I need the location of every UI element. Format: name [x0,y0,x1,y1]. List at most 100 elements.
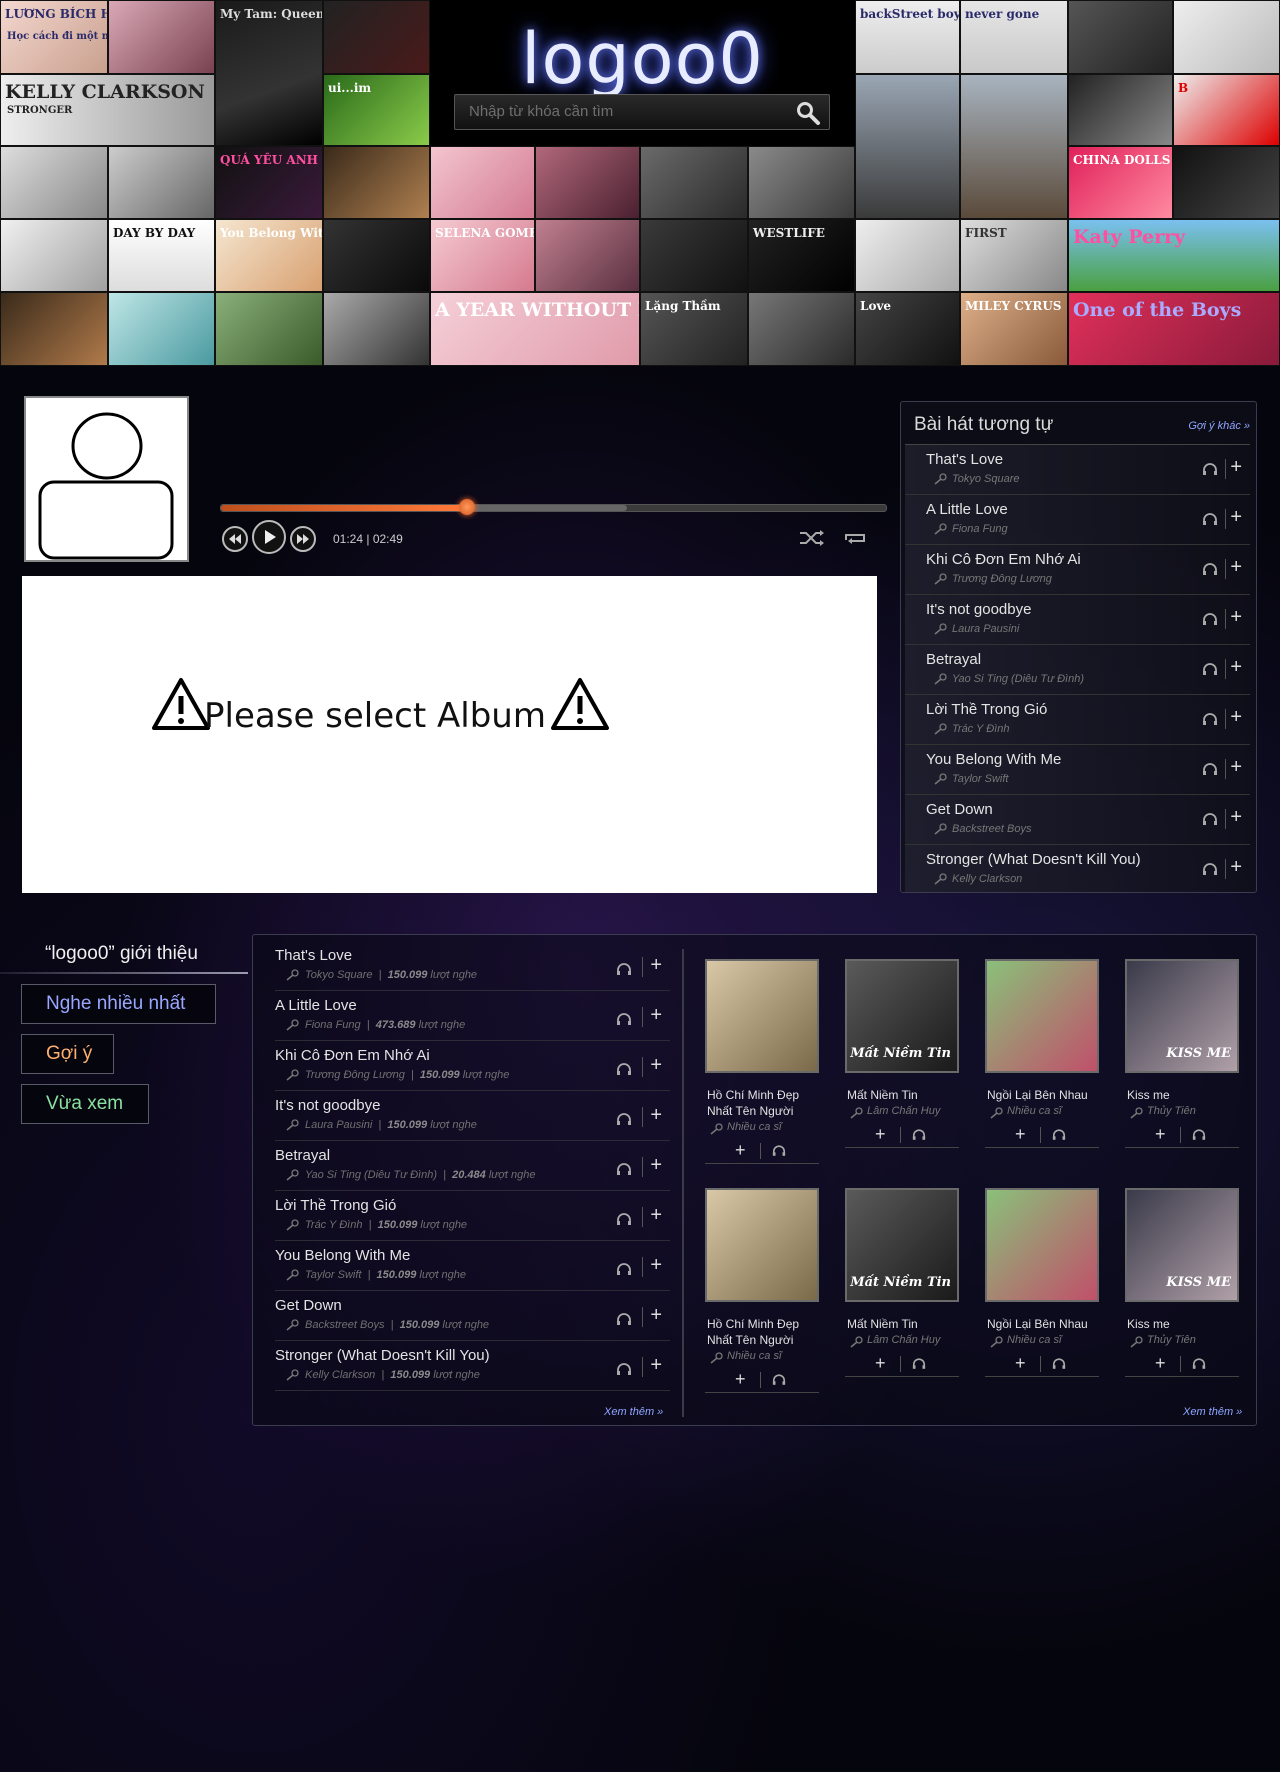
album-art-tile[interactable] [430,146,535,219]
top-song-row[interactable]: A Little Love Fiona Fung | 473.689 lượt … [275,991,670,1041]
headphones-icon[interactable] [912,1129,926,1141]
album-artist[interactable]: Thủy Tiên [1147,1105,1196,1117]
headphones-icon[interactable] [1202,763,1218,776]
add-album-button[interactable]: + [1015,1125,1026,1143]
album-art-tile[interactable] [323,292,430,366]
song-artist[interactable]: Laura Pausini [952,623,1019,635]
headphones-icon[interactable] [1202,613,1218,626]
similar-song-row[interactable]: Lời Thề Trong Gió Trác Y Đình + [905,695,1250,745]
song-title[interactable]: You Belong With Me [275,1247,410,1264]
album-art-tile[interactable]: A YEAR WITHOUT RAIN [430,292,640,366]
song-artist[interactable]: Trác Y Đình [305,1219,362,1231]
headphones-icon[interactable] [616,1313,632,1326]
headphones-icon[interactable] [1202,663,1218,676]
album-art-tile[interactable]: Katy Perry [1068,219,1280,292]
similar-song-row[interactable]: It's not goodbye Laura Pausini + [905,595,1250,645]
add-to-playlist-button[interactable]: + [1230,507,1242,527]
album-title[interactable]: Mất Niềm Tin [847,1316,963,1332]
album-cover[interactable]: Mất Niềm Tin [845,1188,959,1302]
top-song-row[interactable]: You Belong With Me Taylor Swift | 150.09… [275,1241,670,1291]
album-art-tile[interactable]: B [1173,74,1280,146]
song-title[interactable]: That's Love [275,947,352,964]
album-art-tile[interactable]: SELENA GOMEZ [430,219,535,292]
add-to-playlist-button[interactable]: + [1230,857,1242,877]
add-album-button[interactable]: + [1155,1125,1166,1143]
nav-recently-viewed[interactable]: Vừa xem [21,1084,149,1124]
add-to-playlist-button[interactable]: + [1230,657,1242,677]
song-title[interactable]: Stronger (What Doesn't Kill You) [275,1347,490,1364]
top-song-row[interactable]: Lời Thề Trong Gió Trác Y Đình | 150.099 … [275,1191,670,1241]
add-to-playlist-button[interactable]: + [1230,457,1242,477]
headphones-icon[interactable] [1192,1129,1206,1141]
song-artist[interactable]: Tokyo Square [952,473,1019,485]
album-title[interactable]: Hồ Chí Minh Đẹp Nhất Tên Người [707,1087,823,1119]
add-to-playlist-button[interactable]: + [1230,757,1242,777]
more-suggestions-link[interactable]: Gợi ý khác » [1188,420,1250,432]
repeat-button[interactable] [836,526,874,550]
headphones-icon[interactable] [616,1363,632,1376]
album-art-tile[interactable] [960,74,1068,219]
album-cover[interactable] [985,959,1099,1073]
headphones-icon[interactable] [912,1358,926,1370]
song-artist[interactable]: Tokyo Square [305,969,372,981]
album-art-tile[interactable] [108,0,215,74]
song-artist[interactable]: Laura Pausini [305,1119,372,1131]
add-to-playlist-button[interactable]: + [650,1205,662,1225]
headphones-icon[interactable] [1192,1358,1206,1370]
album-art-tile[interactable]: backStreet boys [855,0,960,74]
album-artist[interactable]: Thủy Tiên [1147,1334,1196,1346]
rewind-button[interactable] [222,526,248,552]
song-artist[interactable]: Kelly Clarkson [952,873,1022,885]
search-icon[interactable] [795,100,821,126]
album-artist[interactable]: Nhiều ca sĩ [727,1350,781,1362]
song-title[interactable]: It's not goodbye [926,601,1031,618]
album-artist[interactable]: Nhiều ca sĩ [727,1121,781,1133]
song-title[interactable]: Lời Thề Trong Gió [926,701,1047,718]
headphones-icon[interactable] [1202,863,1218,876]
song-artist[interactable]: Fiona Fung [305,1019,361,1031]
album-art-tile[interactable] [323,0,430,74]
headphones-icon[interactable] [616,1013,632,1026]
album-art-tile[interactable] [0,292,108,366]
headphones-icon[interactable] [1052,1129,1066,1141]
song-title[interactable]: Lời Thề Trong Gió [275,1197,396,1214]
song-artist[interactable]: Yao Si Ting (Diêu Tư Đình) [305,1169,437,1181]
headphones-icon[interactable] [616,963,632,976]
song-artist[interactable]: Backstreet Boys [952,823,1031,835]
add-to-playlist-button[interactable]: + [650,955,662,975]
add-to-playlist-button[interactable]: + [650,1255,662,1275]
song-title[interactable]: Betrayal [926,651,981,668]
add-to-playlist-button[interactable]: + [650,1005,662,1025]
song-artist[interactable]: Taylor Swift [952,773,1008,785]
album-artist[interactable]: Lâm Chấn Huy [867,1334,940,1346]
song-artist[interactable]: Kelly Clarkson [305,1369,375,1381]
album-art-tile[interactable]: WESTLIFE [748,219,855,292]
album-art-tile[interactable]: My Tam: Queen of V-Pop [215,0,323,146]
add-album-button[interactable]: + [735,1141,746,1159]
album-title[interactable]: Ngồi Lại Bên Nhau [987,1316,1103,1332]
album-art-tile[interactable]: KELLY CLARKSON STRONGER [0,74,215,146]
album-art-tile[interactable] [1173,146,1280,219]
song-title[interactable]: Stronger (What Doesn't Kill You) [926,851,1141,868]
album-art-tile[interactable] [640,219,748,292]
song-title[interactable]: It's not goodbye [275,1097,380,1114]
album-art-tile[interactable]: ui...im [323,74,430,146]
album-art-tile[interactable]: FIRST [960,219,1068,292]
song-title[interactable]: Betrayal [275,1147,330,1164]
site-logo[interactable]: logoo0 [430,18,855,100]
add-album-button[interactable]: + [875,1125,886,1143]
song-title[interactable]: Khi Cô Đơn Em Nhớ Ai [275,1047,430,1064]
more-albums-link[interactable]: Xem thêm » [1183,1406,1242,1418]
album-art-tile[interactable] [535,146,640,219]
album-art-tile[interactable] [215,292,323,366]
add-album-button[interactable]: + [1015,1354,1026,1372]
album-art-tile[interactable]: You Belong With Me [215,219,323,292]
album-title[interactable]: Hồ Chí Minh Đẹp Nhất Tên Người [707,1316,823,1348]
top-song-row[interactable]: Khi Cô Đơn Em Nhớ Ai Trương Đông Lương |… [275,1041,670,1091]
add-to-playlist-button[interactable]: + [1230,557,1242,577]
add-to-playlist-button[interactable]: + [1230,707,1242,727]
add-album-button[interactable]: + [1155,1354,1166,1372]
headphones-icon[interactable] [1202,813,1218,826]
headphones-icon[interactable] [1202,713,1218,726]
add-to-playlist-button[interactable]: + [650,1105,662,1125]
